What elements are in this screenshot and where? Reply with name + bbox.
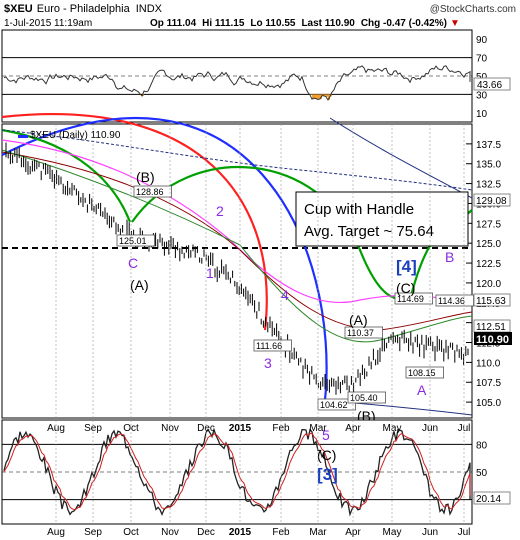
wave-label: 3 bbox=[264, 355, 272, 371]
stoch-tick-label: 50 bbox=[476, 468, 488, 479]
x-tick-label: May bbox=[383, 527, 402, 538]
stoch-wave-label: (C) bbox=[317, 447, 336, 463]
pattern-target: Avg. Target ~ 75.64 bbox=[304, 223, 434, 240]
last-price-label: 110.90 bbox=[476, 334, 509, 346]
x-tick-label: Feb bbox=[272, 527, 290, 538]
x-tick-label: Oct bbox=[123, 527, 139, 538]
wave-label: (C) bbox=[396, 280, 415, 296]
wave-label: 1 bbox=[206, 265, 214, 281]
x-tick-label: Mar bbox=[309, 423, 327, 434]
pattern-title: Cup with Handle bbox=[304, 201, 414, 218]
price-tick-label: 107.5 bbox=[476, 378, 501, 389]
wave-label: (A) bbox=[349, 312, 368, 328]
price-label: 110.37 bbox=[347, 328, 374, 338]
price-label: 125.01 bbox=[119, 236, 147, 246]
price-axis: 137.5135.0132.5130.0127.5125.0122.5120.0… bbox=[476, 140, 501, 409]
x-tick-label: Dec bbox=[197, 527, 215, 538]
price-tick-label: 135.0 bbox=[476, 160, 501, 171]
price-label: 105.40 bbox=[350, 393, 378, 403]
x-tick-label: Apr bbox=[345, 527, 361, 538]
stoch-value-label: 20.14 bbox=[476, 494, 501, 505]
price-tick-label: 137.5 bbox=[476, 140, 501, 151]
rsi-tick-label: 10 bbox=[476, 109, 488, 120]
symbol-title: $XEU Euro - Philadelphia INDX bbox=[4, 3, 163, 15]
chart-canvas: $XEU Euro - Philadelphia INDX @StockCharts… bbox=[1, 3, 516, 538]
price-label: 114.36 bbox=[438, 296, 465, 306]
x-tick-label: Jun bbox=[422, 527, 438, 538]
stoch-tick-label: 80 bbox=[476, 440, 488, 451]
price-tick-label: 125.0 bbox=[476, 239, 501, 250]
wave-label: (A) bbox=[130, 277, 149, 293]
stoch-wave-label: [3] bbox=[317, 465, 338, 484]
side-label-1: 129.08 bbox=[476, 196, 507, 207]
copyright-label: @StockCharts.com bbox=[430, 4, 516, 15]
price-legend: ▬ $XEU (Daily) 110.90 bbox=[18, 130, 121, 141]
wave-label: 4 bbox=[281, 287, 289, 303]
wave-label: (B) bbox=[136, 169, 155, 185]
rsi-tick-label: 70 bbox=[476, 54, 488, 65]
quote-line: Op 111.04 Hi 111.15 Lo 110.55 Last 110.90 Ch… bbox=[150, 18, 460, 29]
side-label-2: 115.63 bbox=[476, 296, 506, 307]
price-tick-label: 127.5 bbox=[476, 219, 501, 230]
x-tick-label: Mar bbox=[309, 527, 327, 538]
rsi-tick-label: 30 bbox=[476, 90, 488, 101]
x-tick-label: Nov bbox=[161, 527, 179, 538]
date-label: 1-Jul-2015 11:19am bbox=[4, 18, 92, 29]
rsi-value-label: 43.66 bbox=[477, 80, 502, 91]
wave-label: C bbox=[128, 255, 138, 271]
wave-label: A bbox=[417, 382, 427, 398]
price-tick-label: 120.0 bbox=[476, 279, 501, 290]
price-label: 128.86 bbox=[136, 187, 164, 197]
price-tick-label: 110.0 bbox=[476, 358, 501, 369]
x-tick-label: Apr bbox=[345, 423, 361, 434]
rsi-tick-label: 90 bbox=[476, 35, 488, 46]
wave-label: 2 bbox=[216, 203, 224, 219]
x-tick-label: 2015 bbox=[229, 527, 252, 538]
wave-label: [4] bbox=[396, 257, 417, 276]
x-tick-label: Jul bbox=[458, 527, 471, 538]
price-tick-label: 122.5 bbox=[476, 259, 501, 270]
price-tick-label: 132.5 bbox=[476, 180, 501, 191]
price-tick-label: 105.0 bbox=[476, 398, 501, 409]
price-label: 108.15 bbox=[408, 368, 436, 378]
wave-label: B bbox=[445, 249, 454, 265]
side-label-3: 112.51 bbox=[476, 322, 506, 333]
x-tick-label: Sep bbox=[84, 527, 102, 538]
price-label: 104.62 bbox=[320, 400, 348, 410]
price-label: 111.66 bbox=[256, 341, 282, 351]
x-tick-label: Aug bbox=[47, 527, 65, 538]
